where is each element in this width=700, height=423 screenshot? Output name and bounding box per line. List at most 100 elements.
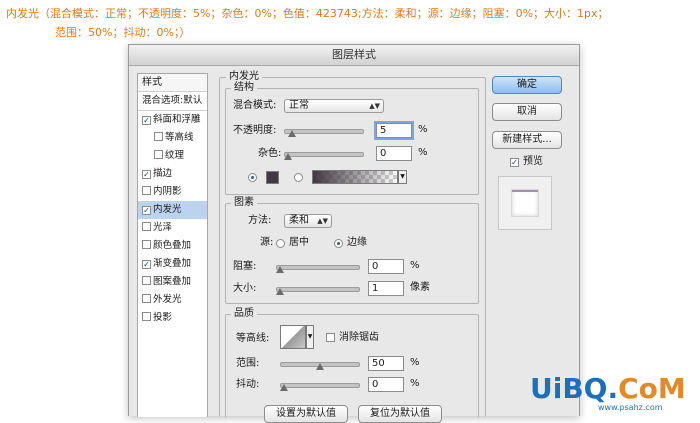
contour-label: 等高线: xyxy=(236,333,270,344)
slider-track xyxy=(276,287,360,292)
source-center-label[interactable]: 居中 xyxy=(289,236,309,250)
choke-slider[interactable] xyxy=(276,261,360,273)
noise-slider[interactable] xyxy=(284,148,364,160)
dialog-title[interactable]: 图层样式 xyxy=(129,45,579,66)
style-list-label: 光泽 xyxy=(153,222,173,233)
watermark-part-a: UiBQ. xyxy=(530,372,619,405)
preview-checkbox[interactable]: ✓ xyxy=(510,158,519,167)
style-list-label: 内发光 xyxy=(153,204,182,215)
style-list-item[interactable]: ✓ 斜面和浮雕 xyxy=(138,111,207,129)
contour-picker[interactable] xyxy=(280,325,306,349)
style-list-item[interactable]: 等高线 xyxy=(138,129,207,147)
gradient-radio[interactable] xyxy=(294,173,303,182)
cancel-button[interactable]: 取消 xyxy=(492,103,562,121)
style-list-item[interactable]: 投影 xyxy=(138,309,207,327)
opacity-slider[interactable] xyxy=(284,125,364,137)
new-style-button[interactable]: 新建样式... xyxy=(492,131,562,149)
jitter-slider[interactable] xyxy=(280,379,360,391)
slider-thumb[interactable] xyxy=(276,288,285,295)
style-checkbox[interactable]: ✓ xyxy=(142,116,151,125)
style-list-item[interactable]: 外发光 xyxy=(138,291,207,309)
style-checkbox[interactable]: ✓ xyxy=(142,260,151,269)
noise-input[interactable]: 0 xyxy=(376,146,412,161)
glow-color-swatch[interactable] xyxy=(266,171,279,184)
tutorial-caption: 内发光（混合模式：正常；不透明度：5%；杂色：0%；色值：423743;方法：柔… xyxy=(6,4,696,42)
technique-select[interactable]: 柔和 ▲▼ xyxy=(284,214,332,228)
jitter-input[interactable]: 0 xyxy=(368,377,404,392)
blend-mode-select[interactable]: 正常 ▲▼ xyxy=(284,99,384,113)
source-center-radio[interactable] xyxy=(276,239,285,248)
source-edge-label[interactable]: 边缘 xyxy=(347,236,367,250)
style-list-header[interactable]: 样式 xyxy=(138,74,207,92)
style-list-label: 等高线 xyxy=(165,132,194,143)
range-input[interactable]: 50 xyxy=(368,356,404,371)
inner-glow-group: 内发光 结构 混合模式: 正常 ▲▼ 不透明度: 5 % 杂色: 0 % ▼ 图… xyxy=(219,71,486,423)
style-list-item[interactable]: ✓ 内发光 xyxy=(138,201,207,219)
solid-color-radio[interactable] xyxy=(248,173,257,182)
jitter-label: 抖动: xyxy=(236,379,260,390)
ok-button[interactable]: 确定 xyxy=(492,76,562,94)
style-list-label: 斜面和浮雕 xyxy=(153,114,201,125)
range-slider[interactable] xyxy=(280,358,360,370)
range-label: 范围: xyxy=(236,358,260,369)
style-list-item[interactable]: 图案叠加 xyxy=(138,273,207,291)
style-list: 样式 混合选项:默认 ✓ 斜面和浮雕 等高线 纹理 ✓ 描边 内阴影 ✓ 内发光 光泽 颜色叠加 ✓ 渐… xyxy=(137,73,208,417)
layer-style-dialog: 图层样式 样式 混合选项:默认 ✓ 斜面和浮雕 等高线 纹理 ✓ 描边 内阴影 ✓ 内发光 光泽颜… xyxy=(128,44,580,423)
size-input[interactable]: 1 xyxy=(368,281,404,296)
preview-label[interactable]: 预览 xyxy=(523,155,543,169)
style-list-item[interactable]: 光泽 xyxy=(138,219,207,237)
watermark-url: www.psahz.com xyxy=(598,403,663,412)
chevron-down-icon[interactable]: ▼ xyxy=(306,325,314,349)
style-checkbox[interactable] xyxy=(142,222,151,231)
glow-gradient-picker[interactable] xyxy=(312,170,398,184)
reset-default-button[interactable]: 复位为默认值 xyxy=(358,405,442,423)
style-list-label: 投影 xyxy=(153,312,173,323)
slider-thumb[interactable] xyxy=(280,384,288,391)
blend-options-item[interactable]: 混合选项:默认 xyxy=(138,92,207,111)
style-checkbox[interactable] xyxy=(142,240,151,249)
slider-thumb[interactable] xyxy=(284,153,292,160)
style-list-item[interactable]: ✓ 描边 xyxy=(138,165,207,183)
slider-thumb[interactable] xyxy=(316,363,324,370)
opacity-label: 不透明度: xyxy=(233,125,277,136)
slider-track xyxy=(284,152,364,157)
style-list-label: 图案叠加 xyxy=(153,276,192,287)
noise-percent: % xyxy=(418,147,428,158)
style-list-label: 内阴影 xyxy=(153,186,182,197)
watermark-part-b: CoM xyxy=(618,372,686,405)
style-checkbox[interactable] xyxy=(142,276,151,285)
choke-input[interactable]: 0 xyxy=(368,259,404,274)
size-label: 大小: xyxy=(233,283,257,294)
antialias-label[interactable]: 消除锯齿 xyxy=(339,331,379,345)
slider-track xyxy=(284,129,364,134)
style-checkbox[interactable]: ✓ xyxy=(142,206,151,215)
choke-label: 阻塞: xyxy=(233,261,257,272)
source-edge-radio[interactable] xyxy=(334,239,343,248)
style-checkbox[interactable] xyxy=(154,132,163,141)
quality-title: 品质 xyxy=(231,308,257,320)
site-watermark: UiBQ.CoM xyxy=(530,372,686,405)
style-list-item[interactable]: ✓ 渐变叠加 xyxy=(138,255,207,273)
slider-thumb[interactable] xyxy=(276,266,284,273)
style-list-item[interactable]: 纹理 xyxy=(138,147,207,165)
chevron-updown-icon: ▲▼ xyxy=(317,217,328,225)
noise-label: 杂色: xyxy=(258,148,282,159)
size-slider[interactable] xyxy=(276,283,360,295)
style-checkbox[interactable]: ✓ xyxy=(142,170,151,179)
antialias-checkbox[interactable] xyxy=(326,333,335,342)
style-checkbox[interactable] xyxy=(142,294,151,303)
elements-group: 图素 方法: 柔和 ▲▼ 源: 居中 边缘 阻塞: 0 % 大小: 1 像素 xyxy=(225,197,479,304)
style-checkbox[interactable] xyxy=(142,312,151,321)
style-checkbox[interactable] xyxy=(142,186,151,195)
style-list-item[interactable]: 内阴影 xyxy=(138,183,207,201)
style-checkbox[interactable] xyxy=(154,150,163,159)
style-list-item[interactable]: 颜色叠加 xyxy=(138,237,207,255)
set-default-button[interactable]: 设置为默认值 xyxy=(264,405,348,423)
opacity-input[interactable]: 5 xyxy=(374,121,414,140)
structure-title: 结构 xyxy=(231,82,257,94)
chevron-down-icon[interactable]: ▼ xyxy=(398,170,407,184)
elements-title: 图素 xyxy=(231,197,257,209)
slider-track xyxy=(276,265,360,270)
style-list-label: 颜色叠加 xyxy=(153,240,192,251)
slider-thumb[interactable] xyxy=(287,130,296,137)
